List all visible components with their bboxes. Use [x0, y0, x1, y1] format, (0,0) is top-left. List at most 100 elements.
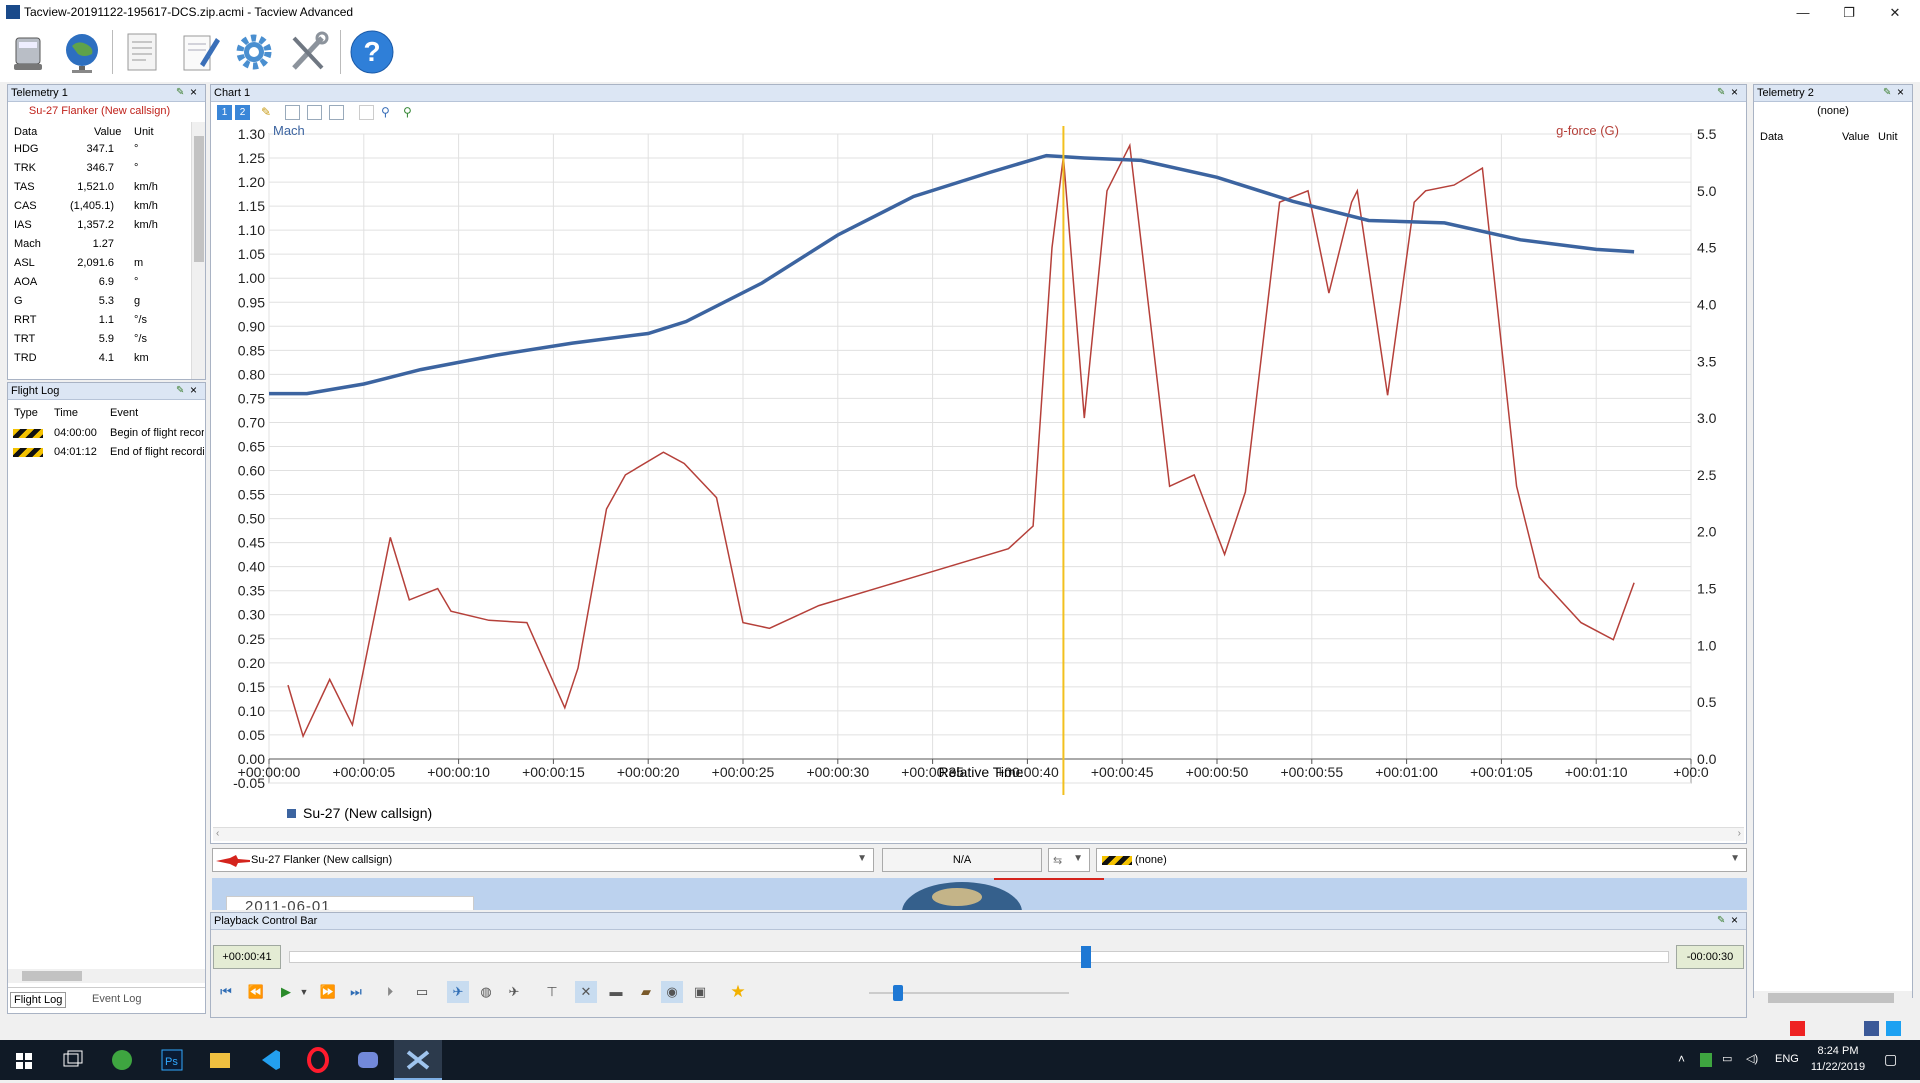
left-tick-label: 1.10 — [238, 222, 265, 238]
tray-app-icon[interactable] — [1700, 1053, 1712, 1067]
right-tick-label: 4.0 — [1697, 296, 1717, 312]
pin-icon[interactable]: ✎ — [176, 87, 187, 98]
step-forward-icon[interactable]: ⏵ — [379, 981, 401, 1003]
telemetry-row-asl[interactable]: ASL 2,091.6 m — [8, 254, 198, 273]
task-view-icon[interactable] — [48, 1040, 96, 1080]
tacview-taskbar-icon[interactable] — [394, 1040, 442, 1080]
globe-preview — [902, 882, 1022, 910]
telemetry-value: 346.7 — [86, 162, 114, 174]
close-icon[interactable]: × — [190, 384, 201, 397]
telemetry-unit: g — [134, 295, 141, 307]
skip-to-end-icon[interactable]: ⏭ — [345, 981, 367, 1003]
log-tabs: Flight Log Event Log — [8, 987, 205, 1011]
twitter-icon[interactable] — [1886, 1021, 1901, 1036]
camera-view-icon[interactable]: ▭ — [411, 981, 433, 1003]
telemetry-row-aoa[interactable]: AOA 6.9 ° — [8, 273, 198, 292]
recording-icon[interactable] — [1790, 1021, 1805, 1036]
secondary-object-select[interactable]: (none) ▼ — [1096, 848, 1747, 872]
volume-icon[interactable]: ◁) — [1746, 1052, 1758, 1065]
log-row[interactable]: 04:00:00 Begin of flight recording — [8, 424, 208, 443]
chart-hscrollbar[interactable]: ‹ › — [213, 827, 1744, 841]
rewind-icon[interactable]: ⏪ — [245, 981, 267, 1003]
satellite-view-icon[interactable]: ✈ — [503, 981, 525, 1003]
left-tick-label: 0.30 — [238, 607, 265, 623]
terrain-icon[interactable]: ◉ — [661, 981, 683, 1003]
restore-button[interactable]: ❐ — [1826, 2, 1872, 24]
network-icon[interactable]: ▭ — [1722, 1052, 1732, 1065]
globe-view-icon[interactable]: ◍ — [475, 981, 497, 1003]
telemetry-name: TRK — [14, 162, 36, 174]
photoshop-app-icon[interactable]: Ps — [148, 1040, 196, 1080]
clock-date[interactable]: 11/22/2019 — [1806, 1061, 1870, 1073]
playback-speed-slider[interactable] — [869, 985, 1069, 1001]
telemetry-row-trk[interactable]: TRK 346.7 ° — [8, 159, 198, 178]
labels-icon[interactable]: ⊤ — [541, 981, 563, 1003]
help-question-icon[interactable]: ? — [348, 28, 396, 76]
flight-log-document-icon[interactable] — [118, 28, 166, 76]
telemetry-row-cas[interactable]: CAS (1,405.1) km/h — [8, 197, 198, 216]
overlay-icon[interactable]: ▣ — [689, 981, 711, 1003]
facebook-icon[interactable] — [1864, 1021, 1879, 1036]
pin-icon[interactable]: ✎ — [1883, 87, 1894, 98]
chart-plot[interactable]: 1.30 1.25 1.20 1.15 1.10 1.05 1.00 0.95 0.90 0.85… — [211, 85, 1746, 845]
telemetry-row-rrt[interactable]: RRT 1.1 °/s — [8, 311, 198, 330]
telemetry-row-ias[interactable]: IAS 1,357.2 km/h — [8, 216, 198, 235]
fast-forward-icon[interactable]: ⏩ — [317, 981, 339, 1003]
tacview-server-icon[interactable] — [4, 28, 52, 76]
log-time: 04:01:12 — [54, 446, 97, 458]
tab-flight-log[interactable]: Flight Log — [10, 992, 67, 1008]
left-tick-label: 0.45 — [238, 535, 265, 551]
aircraft-filter-icon[interactable]: ✕ — [575, 981, 597, 1003]
show-hidden-icons[interactable]: ˄ — [1678, 1052, 1685, 1066]
settings-gear-icon[interactable] — [230, 28, 278, 76]
tools-wrench-icon[interactable] — [284, 28, 332, 76]
discord-app-icon[interactable] — [344, 1040, 392, 1080]
vehicle-filter-icon[interactable]: ▬ — [605, 981, 627, 1003]
log-row[interactable]: 04:01:12 End of flight recording — [8, 443, 208, 462]
flight-log-hscrollbar[interactable] — [8, 969, 205, 983]
telemetry-value: 5.9 — [98, 333, 114, 345]
playback-header: Playback Control Bar ✎ × — [211, 913, 1746, 930]
skip-to-start-icon[interactable]: ⏮ — [215, 981, 237, 1003]
telemetry-name: ASL — [14, 257, 35, 269]
telemetry-row-trt[interactable]: TRT 5.9 °/s — [8, 330, 198, 349]
telemetry-value: 1.27 — [92, 238, 114, 250]
bookmark-star-icon[interactable]: ★ — [727, 981, 749, 1003]
telemetry-row-mach[interactable]: Mach 1.27 — [8, 235, 198, 254]
speed-thumb[interactable] — [893, 985, 903, 1001]
x-tick-label: +00:00:05 — [332, 764, 395, 780]
telemetry-row-g[interactable]: G 5.3 g — [8, 292, 198, 311]
telemetry-2-hscrollbar[interactable] — [1754, 991, 1912, 1005]
close-icon[interactable]: × — [190, 86, 201, 99]
minimize-button[interactable]: — — [1780, 2, 1826, 24]
opera-browser-icon[interactable] — [294, 1040, 342, 1080]
globe-network-icon[interactable] — [58, 28, 106, 76]
xbox-app-icon[interactable] — [98, 1040, 146, 1080]
telemetry-row-tas[interactable]: TAS 1,521.0 km/h — [8, 178, 198, 197]
right-tick-label: 3.5 — [1697, 353, 1717, 369]
lock-target-button[interactable]: ⇆ ▼ — [1048, 848, 1090, 872]
pin-icon[interactable]: ✎ — [176, 385, 187, 396]
clock-time[interactable]: 8:24 PM — [1810, 1045, 1866, 1057]
input-language[interactable]: ENG — [1775, 1053, 1799, 1065]
telemetry-value: (1,405.1) — [69, 200, 114, 212]
start-windows-icon[interactable] — [0, 1040, 48, 1080]
close-window-button[interactable]: ✕ — [1872, 2, 1918, 24]
chevron-down-icon[interactable]: ▼ — [293, 981, 315, 1003]
pin-icon[interactable]: ✎ — [1717, 915, 1728, 926]
telemetry-1-scrollbar[interactable] — [191, 122, 205, 379]
timeline-thumb[interactable] — [1081, 946, 1092, 968]
close-icon[interactable]: × — [1897, 86, 1908, 99]
cockpit-view-icon[interactable]: ✈ — [447, 981, 469, 1003]
notifications-icon[interactable]: ▢ — [1884, 1051, 1897, 1068]
primary-object-select[interactable]: Su-27 Flanker (New callsign) ▼ — [212, 848, 874, 872]
telemetry-row-trd[interactable]: TRD 4.1 km — [8, 349, 198, 368]
file-explorer-icon[interactable] — [196, 1040, 244, 1080]
close-icon[interactable]: × — [1731, 914, 1742, 927]
telemetry-row-hdg[interactable]: HDG 347.1 ° — [8, 140, 198, 159]
timeline-track[interactable] — [289, 946, 1669, 968]
tab-event-log[interactable]: Event Log — [92, 993, 142, 1005]
visual-studio-code-icon[interactable] — [246, 1040, 294, 1080]
ground-units-icon[interactable]: ▰ — [635, 981, 657, 1003]
notepad-edit-icon[interactable] — [176, 28, 224, 76]
